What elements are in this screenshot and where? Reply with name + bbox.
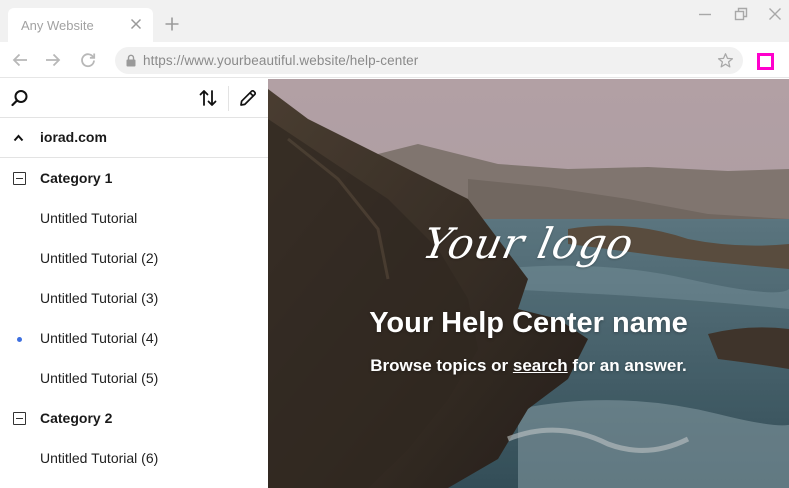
category-label: Category 2 [40,410,113,426]
category-label: Category 1 [40,170,113,186]
subtitle-text-before: Browse topics or [370,356,513,375]
hero-background-image [268,79,789,488]
plus-icon[interactable] [165,17,179,31]
tutorial-item[interactable]: Untitled Tutorial (6) [0,438,268,478]
tree-root-label: iorad.com [40,129,107,145]
help-center-subtitle: Browse topics or search for an answer. [268,356,789,376]
url-text: https://www.yourbeautiful.website/help-c… [143,53,419,68]
lock-icon [126,54,136,67]
help-center-hero: Your logo Your Help Center name Browse t… [268,79,789,488]
minimize-icon[interactable] [698,7,712,21]
browser-tab[interactable]: Any Website [8,8,153,42]
tutorial-item[interactable]: Untitled Tutorial [0,198,268,238]
tab-bar: Any Website [0,0,789,42]
tutorial-item[interactable]: Untitled Tutorial (5) [0,358,268,398]
active-indicator [17,337,22,342]
extension-icon[interactable] [757,53,774,70]
close-icon[interactable] [130,18,142,30]
tutorial-item-active[interactable]: Untitled Tutorial (4) [0,318,268,358]
category-row[interactable]: Category 2 [0,398,268,438]
tutorial-label: Untitled Tutorial [40,210,138,226]
tutorial-label: Untitled Tutorial (3) [40,290,159,306]
back-arrow-icon[interactable] [12,52,28,68]
tutorial-label: Untitled Tutorial (5) [40,370,159,386]
sidebar-toolbar [0,79,268,118]
tutorial-label: Untitled Tutorial (4) [40,330,159,346]
forward-arrow-icon[interactable] [45,52,61,68]
tutorial-label: Untitled Tutorial (6) [40,450,159,466]
chevron-up-icon[interactable] [13,133,24,143]
url-field[interactable]: https://www.yourbeautiful.website/help-c… [115,47,743,74]
search-icon[interactable] [11,89,29,107]
sidebar: iorad.com Category 1 Untitled Tutorial U… [0,79,268,488]
subtitle-text-after: for an answer. [567,356,687,375]
collapse-icon[interactable] [13,172,26,185]
tutorial-item[interactable]: Untitled Tutorial (3) [0,278,268,318]
category-row[interactable]: Category 1 [0,158,268,198]
collapse-icon[interactable] [13,412,26,425]
help-center-title: Your Help Center name [369,307,688,339]
address-bar: https://www.yourbeautiful.website/help-c… [0,42,789,78]
tree-root[interactable]: iorad.com [0,118,268,158]
sort-icon[interactable] [198,88,218,108]
search-link[interactable]: search [513,356,568,375]
tutorial-item[interactable]: Untitled Tutorial (2) [0,238,268,278]
star-icon[interactable] [717,52,734,69]
toolbar-divider [228,86,229,111]
help-center-logo: Your logo [418,219,639,268]
tab-title: Any Website [21,18,94,33]
tutorial-label: Untitled Tutorial (2) [40,250,159,266]
close-window-icon[interactable] [768,7,782,21]
pencil-icon[interactable] [238,88,258,108]
reload-icon[interactable] [80,52,96,68]
restore-icon[interactable] [734,7,748,21]
